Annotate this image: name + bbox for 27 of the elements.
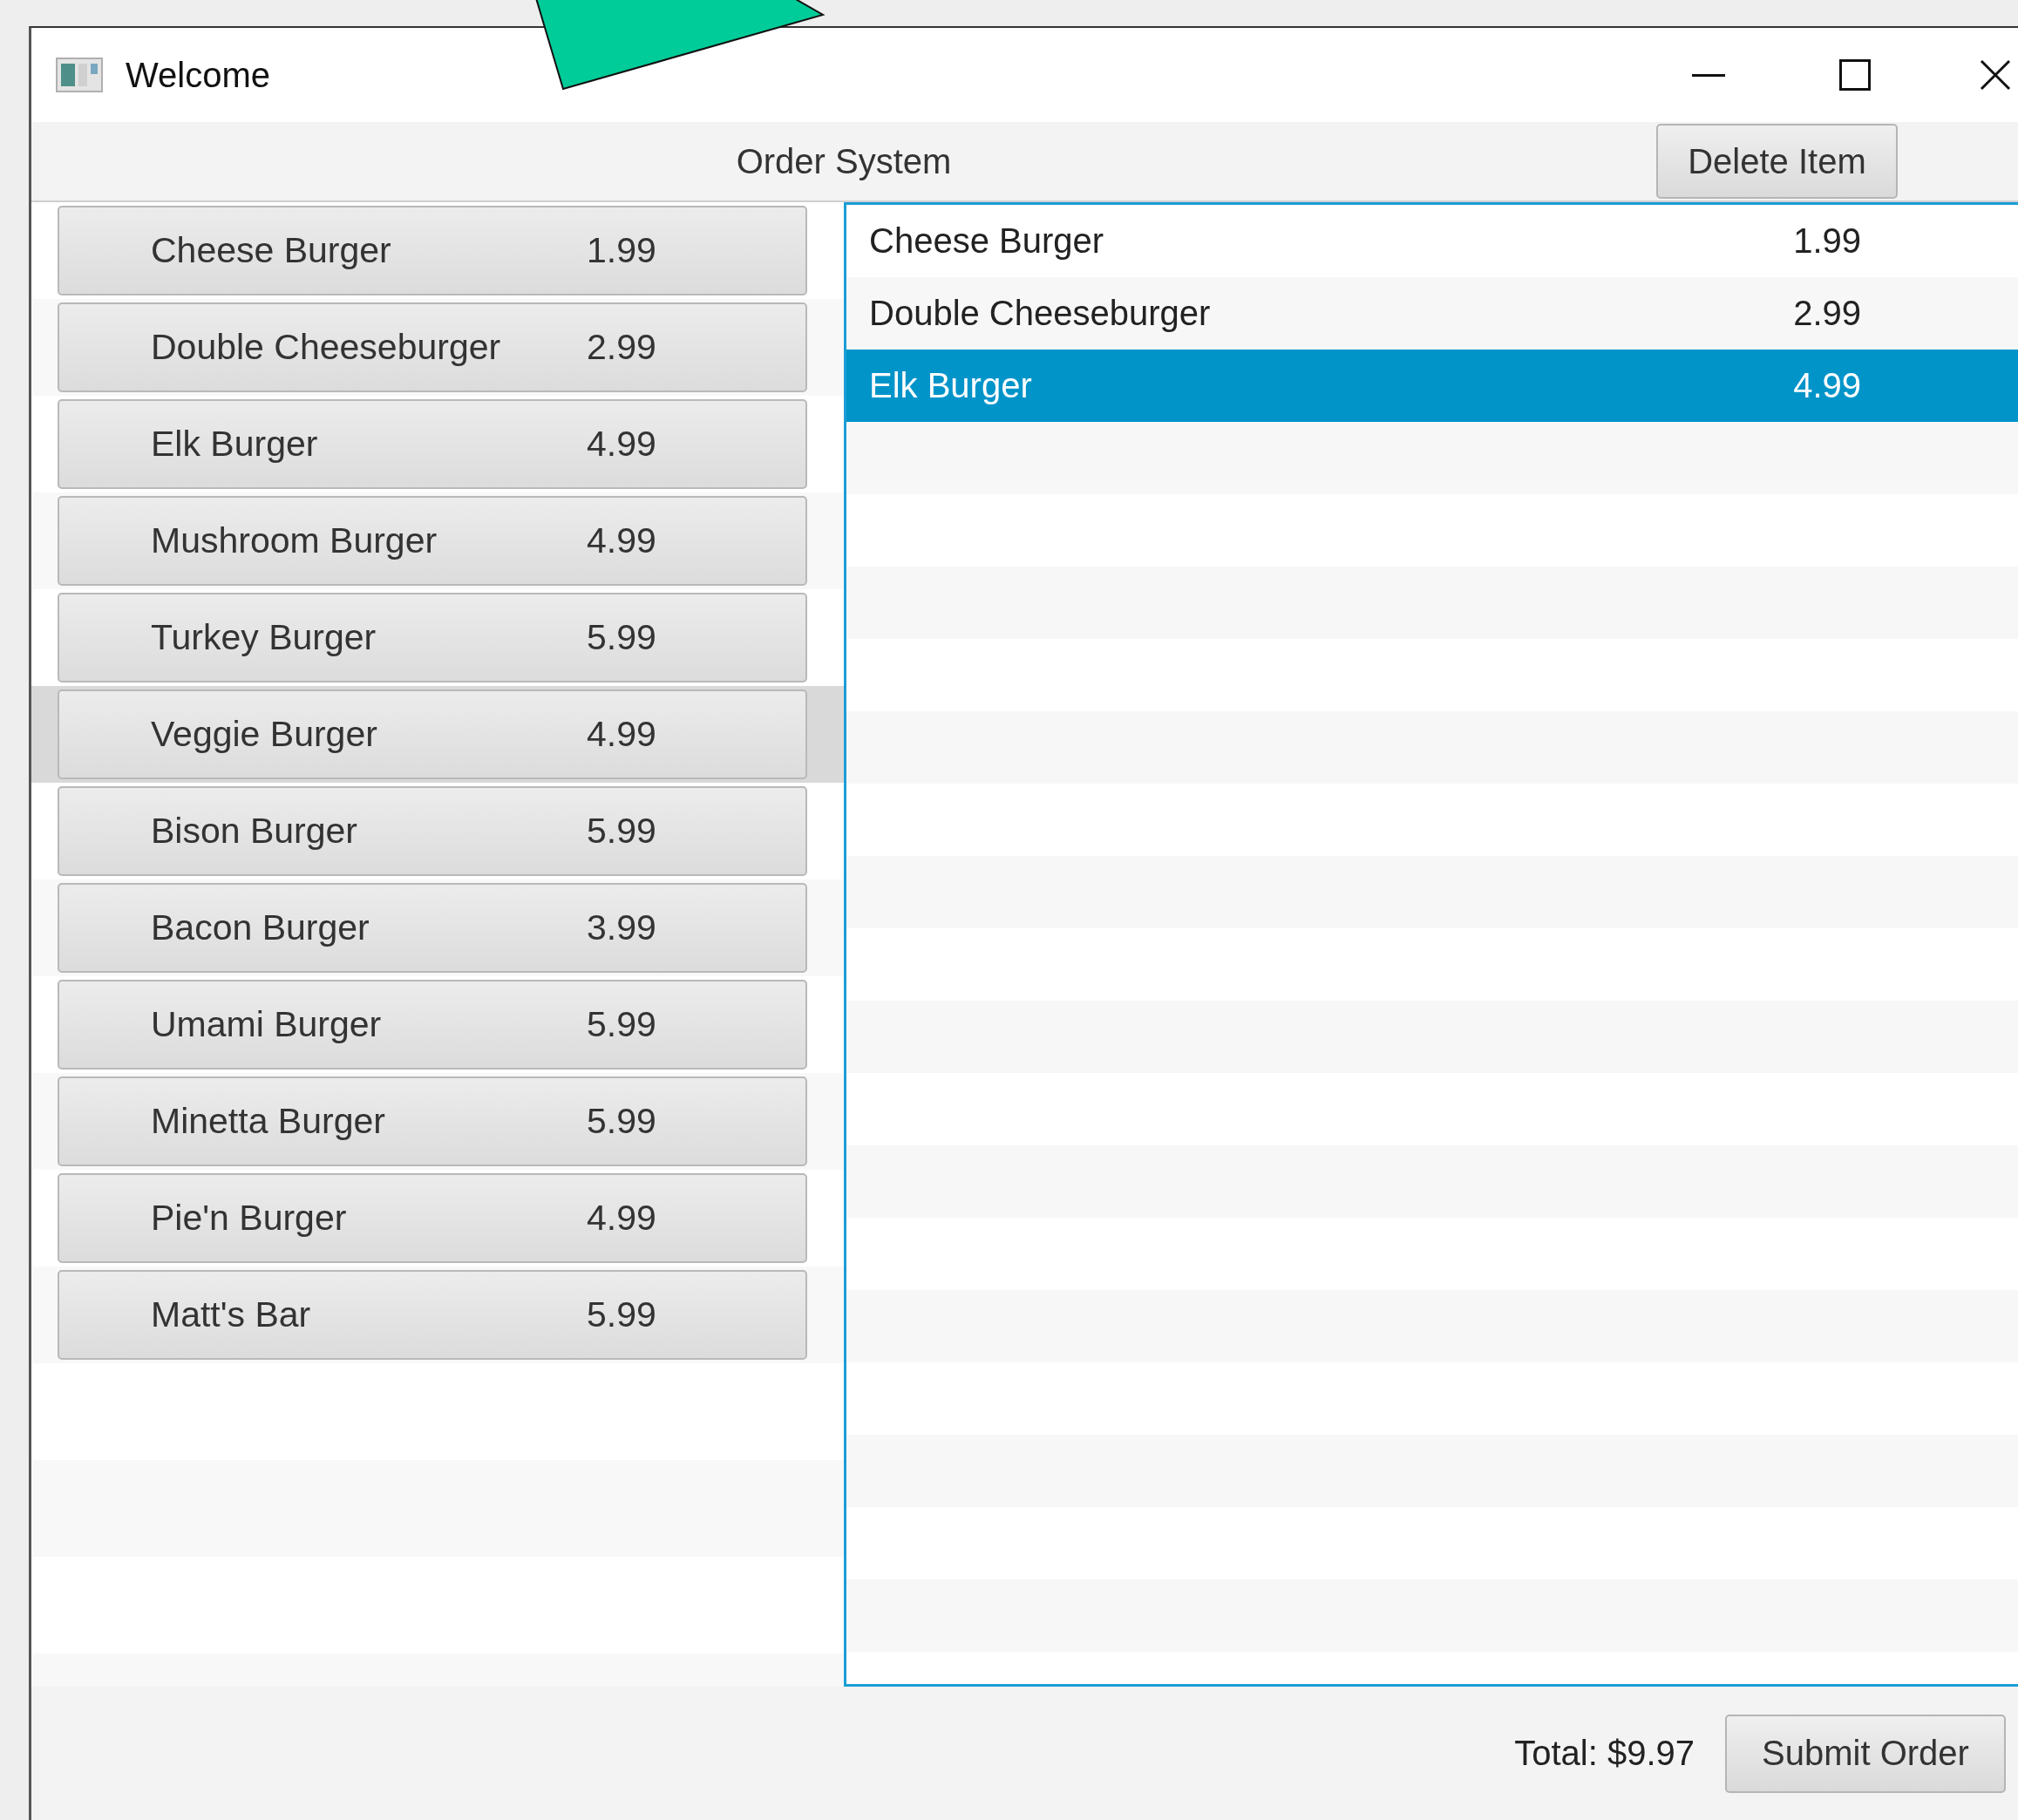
item-name-cell: Double Cheeseburger bbox=[869, 294, 1211, 333]
menu-item-button[interactable]: Cheese Burger 1.99 bbox=[58, 206, 807, 295]
maximize-icon bbox=[1838, 59, 1871, 91]
item-price-cell: 1.99 bbox=[1793, 221, 1861, 261]
menu-item-button[interactable]: Veggie Burger 4.99 bbox=[58, 689, 807, 779]
app-title: Order System bbox=[736, 141, 952, 181]
minimize-icon bbox=[1692, 73, 1725, 77]
item-name-cell: Cheese Burger bbox=[869, 221, 1104, 261]
delete-item-button[interactable]: Delete Item bbox=[1656, 124, 1898, 199]
close-icon bbox=[1979, 59, 2011, 91]
menu-item-button[interactable]: Bacon Burger 3.99 bbox=[58, 883, 807, 973]
item-price-cell: 4.99 bbox=[1793, 366, 1861, 405]
order-total: Total: $9.97 bbox=[1514, 1734, 1695, 1773]
menu-item-button[interactable]: Umami Burger 5.99 bbox=[58, 980, 807, 1070]
menu-item-button[interactable]: Elk Burger 4.99 bbox=[58, 399, 807, 489]
menu-item-button[interactable]: Mushroom Burger 4.99 bbox=[58, 496, 807, 586]
menu-item-button[interactable]: Turkey Burger 5.99 bbox=[58, 593, 807, 682]
menu-item-button[interactable]: Bison Burger 5.99 bbox=[58, 786, 807, 876]
menu-item-button[interactable]: Pie'n Burger 4.99 bbox=[58, 1173, 807, 1263]
menu-item-button[interactable]: Matt's Bar 5.99 bbox=[58, 1270, 807, 1360]
window-title: Welcome bbox=[126, 55, 270, 95]
app-icon bbox=[56, 58, 103, 92]
item-name-cell: Elk Burger bbox=[869, 366, 1032, 405]
item-price-cell: 2.99 bbox=[1793, 294, 1861, 333]
submit-order-button[interactable]: Submit Order bbox=[1725, 1714, 2006, 1793]
menu-item-button[interactable]: Double Cheeseburger 2.99 bbox=[58, 302, 807, 392]
menu-item-button[interactable]: Minetta Burger 5.99 bbox=[58, 1076, 807, 1166]
